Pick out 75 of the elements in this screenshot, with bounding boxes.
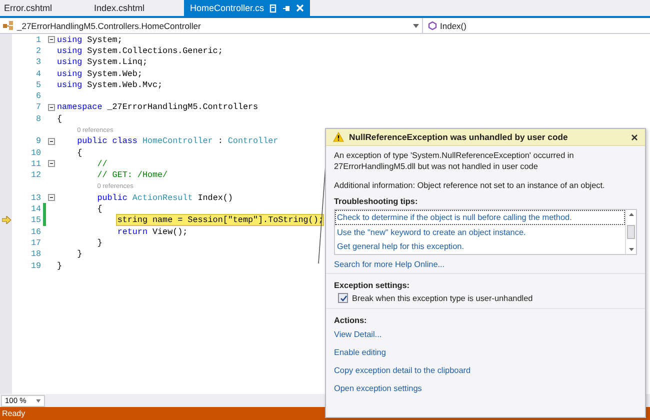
tip-link[interactable]: Get general help for this exception. — [335, 239, 625, 254]
line-number: 8 — [34, 114, 41, 124]
member-dropdown[interactable]: Index() — [423, 18, 470, 33]
document-tab[interactable]: Index.cshtml — [94, 0, 170, 16]
additional-information: Additional information: Object reference not set to an instance of an object. — [334, 180, 606, 191]
code-line: using System.Web; — [57, 68, 142, 79]
action-link[interactable]: Enable editing — [334, 346, 637, 364]
line-number: 3 — [34, 57, 41, 68]
document-tab[interactable]: Error.cshtml — [0, 0, 80, 16]
collapse-icon[interactable] — [48, 160, 55, 168]
line-number: 16 — [30, 226, 41, 237]
code-line: // GET: /Home/ — [96, 170, 168, 180]
caret-icon — [36, 398, 41, 402]
collapse-icon[interactable] — [48, 138, 55, 145]
line-number: 19 — [30, 260, 41, 271]
code-line: public ActionResult Index() — [96, 192, 233, 203]
tip-link[interactable]: Check to determine if the object is null before calling the method. — [335, 210, 625, 224]
line-number: 15 — [30, 215, 41, 226]
code-line: } — [57, 260, 62, 271]
collapse-icon[interactable] — [48, 104, 55, 111]
collapse-icon[interactable] — [48, 36, 55, 44]
line-number: 2 — [34, 46, 41, 56]
document-icon — [269, 4, 278, 12]
scroll-thumb[interactable] — [627, 225, 635, 239]
scroll-down-icon[interactable] — [628, 248, 634, 251]
code-line: namespace _27ErrorHandlingM5.Controllers — [57, 102, 258, 112]
line-number: 14 — [30, 204, 41, 214]
code-line: // — [96, 158, 108, 169]
status-text: Ready — [1, 409, 26, 419]
class-icon — [3, 21, 14, 30]
code-line: { — [96, 204, 102, 214]
caret-icon — [413, 24, 419, 28]
collapse-icon[interactable] — [48, 194, 55, 202]
scroll-up-icon[interactable] — [628, 213, 634, 216]
code-line: return View(); — [116, 226, 188, 237]
popup-title: NullReferenceException was unhandled by user code — [349, 132, 568, 142]
checkbox[interactable] — [338, 293, 348, 303]
line-number: 4 — [34, 68, 41, 79]
type-dropdown[interactable]: _27ErrorHandlingM5.Controllers.HomeController — [0, 18, 423, 33]
exception-message: An exception of type 'System.NullReferenceException' occurred in 27ErrorHandlingM5.dll but was not handled in user code — [334, 150, 575, 172]
method-icon — [428, 21, 437, 30]
code-line: using System; — [57, 34, 122, 45]
line-number: 13 — [30, 192, 41, 203]
line-number: 10 — [30, 148, 41, 158]
code-line: using System.Collections.Generic; — [57, 46, 223, 56]
warning-icon — [333, 132, 344, 142]
section-heading: Exception settings: — [334, 281, 411, 290]
checkbox-label: Break when this exception type is user-unhandled — [352, 294, 533, 302]
line-number: 6 — [34, 91, 41, 102]
code-line: } — [96, 238, 102, 248]
line-number: 18 — [30, 249, 41, 260]
search-online-link[interactable]: Search for more Help Online... — [334, 260, 637, 269]
line-number: 1 — [34, 34, 41, 45]
close-icon[interactable] — [631, 134, 638, 140]
action-link[interactable]: Copy exception detail to the clipboard — [334, 364, 637, 382]
line-number: 17 — [30, 238, 41, 248]
line-number: 7 — [34, 102, 41, 112]
code-line: using System.Web.Mvc; — [57, 80, 163, 90]
section-heading: Actions: — [334, 316, 368, 325]
code-line: public class HomeController : Controller — [76, 136, 278, 146]
action-link[interactable]: Open exception settings — [334, 382, 637, 400]
scrollbar[interactable] — [625, 210, 636, 254]
line-number: 11 — [30, 158, 41, 169]
document-tab[interactable]: HomeController.cs — [184, 0, 310, 16]
section-heading: Troubleshooting tips: — [334, 197, 419, 206]
pin-icon[interactable] — [282, 4, 292, 12]
code-line: } — [76, 249, 82, 260]
line-number: 5 — [34, 80, 41, 90]
code-line: using System.Linq; — [57, 57, 148, 68]
tip-link[interactable]: Use the "new" keyword to create an object instance. — [335, 224, 625, 239]
line-number: 9 — [34, 136, 41, 146]
code-line: { — [57, 114, 62, 124]
line-number: 12 — [30, 170, 41, 180]
action-link[interactable]: View Detail... — [334, 328, 637, 346]
code-line: { — [76, 148, 82, 158]
